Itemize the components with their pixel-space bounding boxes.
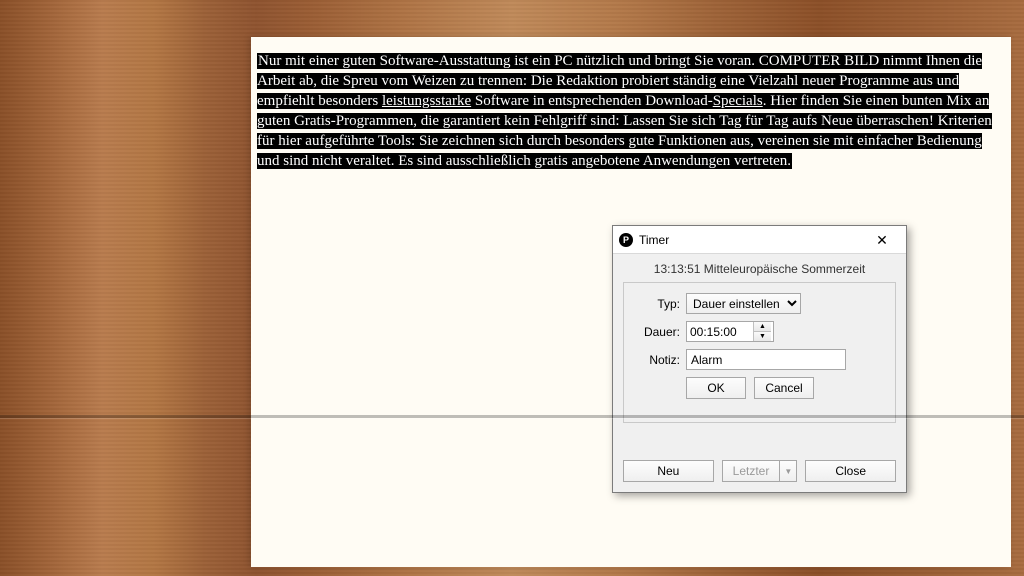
ok-button[interactable]: OK [686,377,746,399]
type-label: Typ: [632,297,680,311]
cancel-button[interactable]: Cancel [754,377,814,399]
app-icon: P [619,233,633,247]
selected-text-block[interactable]: Nur mit einer guten Software-Ausstattung… [257,51,1001,171]
text-run: Nur mit einer guten Software-Ausstattung… [257,53,992,169]
last-button[interactable]: Letzter [722,460,780,482]
titlebar[interactable]: P Timer ✕ [613,226,906,254]
close-button[interactable]: Close [805,460,896,482]
close-icon[interactable]: ✕ [864,228,900,252]
spinner-down-icon[interactable]: ▼ [754,332,771,341]
duration-input[interactable] [687,322,753,341]
new-button[interactable]: Neu [623,460,714,482]
note-input[interactable] [686,349,846,370]
note-label: Notiz: [632,353,680,367]
last-split-button: Letzter ▼ [722,460,798,482]
clock-label: 13:13:51 Mitteleuropäische Sommerzeit [613,254,906,282]
type-select[interactable]: Dauer einstellen [686,293,801,314]
duration-label: Dauer: [632,325,680,339]
spinner-up-icon[interactable]: ▲ [754,322,771,332]
duration-spinner[interactable]: ▲ ▼ [686,321,774,342]
dialog-footer: Neu Letzter ▼ Close [613,452,906,492]
chevron-down-icon[interactable]: ▼ [779,460,797,482]
timer-form: Typ: Dauer einstellen Dauer: ▲ ▼ Notiz: … [623,282,896,423]
window-title: Timer [639,233,864,247]
timer-dialog: P Timer ✕ 13:13:51 Mitteleuropäische Som… [612,225,907,493]
